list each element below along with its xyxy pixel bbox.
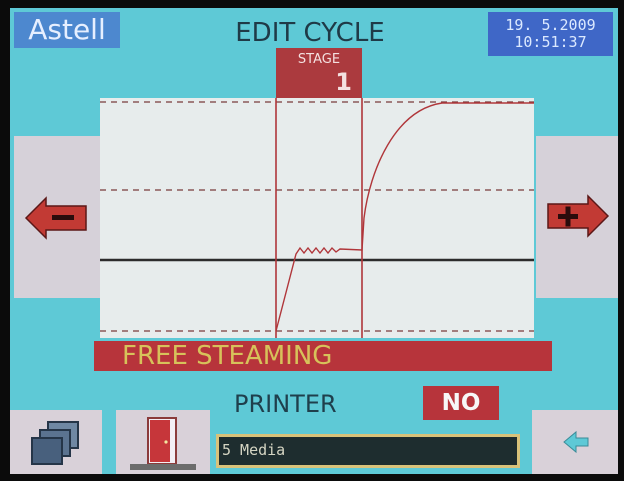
device-screen: Astell EDIT CYCLE 19. 5.2009 10:51:37 ST… (10, 8, 618, 474)
previous-stage-button[interactable] (14, 136, 100, 298)
door-button[interactable] (116, 410, 210, 474)
cycle-graph (100, 98, 534, 338)
stage-status-bar: FREE STEAMING (94, 341, 552, 371)
door-icon (130, 417, 196, 470)
brand-logo: Astell (14, 12, 120, 48)
back-arrow-icon (563, 430, 589, 454)
copy-cycle-button[interactable] (10, 410, 102, 474)
printer-toggle-button[interactable]: NO (423, 386, 499, 420)
datetime-display: 19. 5.2009 10:51:37 (488, 12, 613, 56)
media-text: 5 Media (219, 437, 517, 465)
stage-indicator: STAGE 1 (276, 48, 362, 98)
cycle-graph-svg (100, 98, 534, 338)
page-title: EDIT CYCLE (235, 18, 385, 48)
minus-arrow-icon (24, 196, 87, 240)
media-field[interactable]: 5 Media (216, 434, 520, 468)
stage-label: STAGE (297, 52, 341, 67)
stage-number: 1 (335, 68, 352, 96)
next-stage-button[interactable] (536, 136, 618, 298)
cycle-curve (275, 102, 534, 332)
printer-label: PRINTER (234, 390, 337, 418)
date-text: 19. 5.2009 (505, 16, 596, 34)
time-text: 10:51:37 (514, 33, 587, 51)
copy-icon (31, 421, 79, 465)
plus-arrow-icon (547, 194, 610, 238)
back-button[interactable] (532, 410, 618, 474)
